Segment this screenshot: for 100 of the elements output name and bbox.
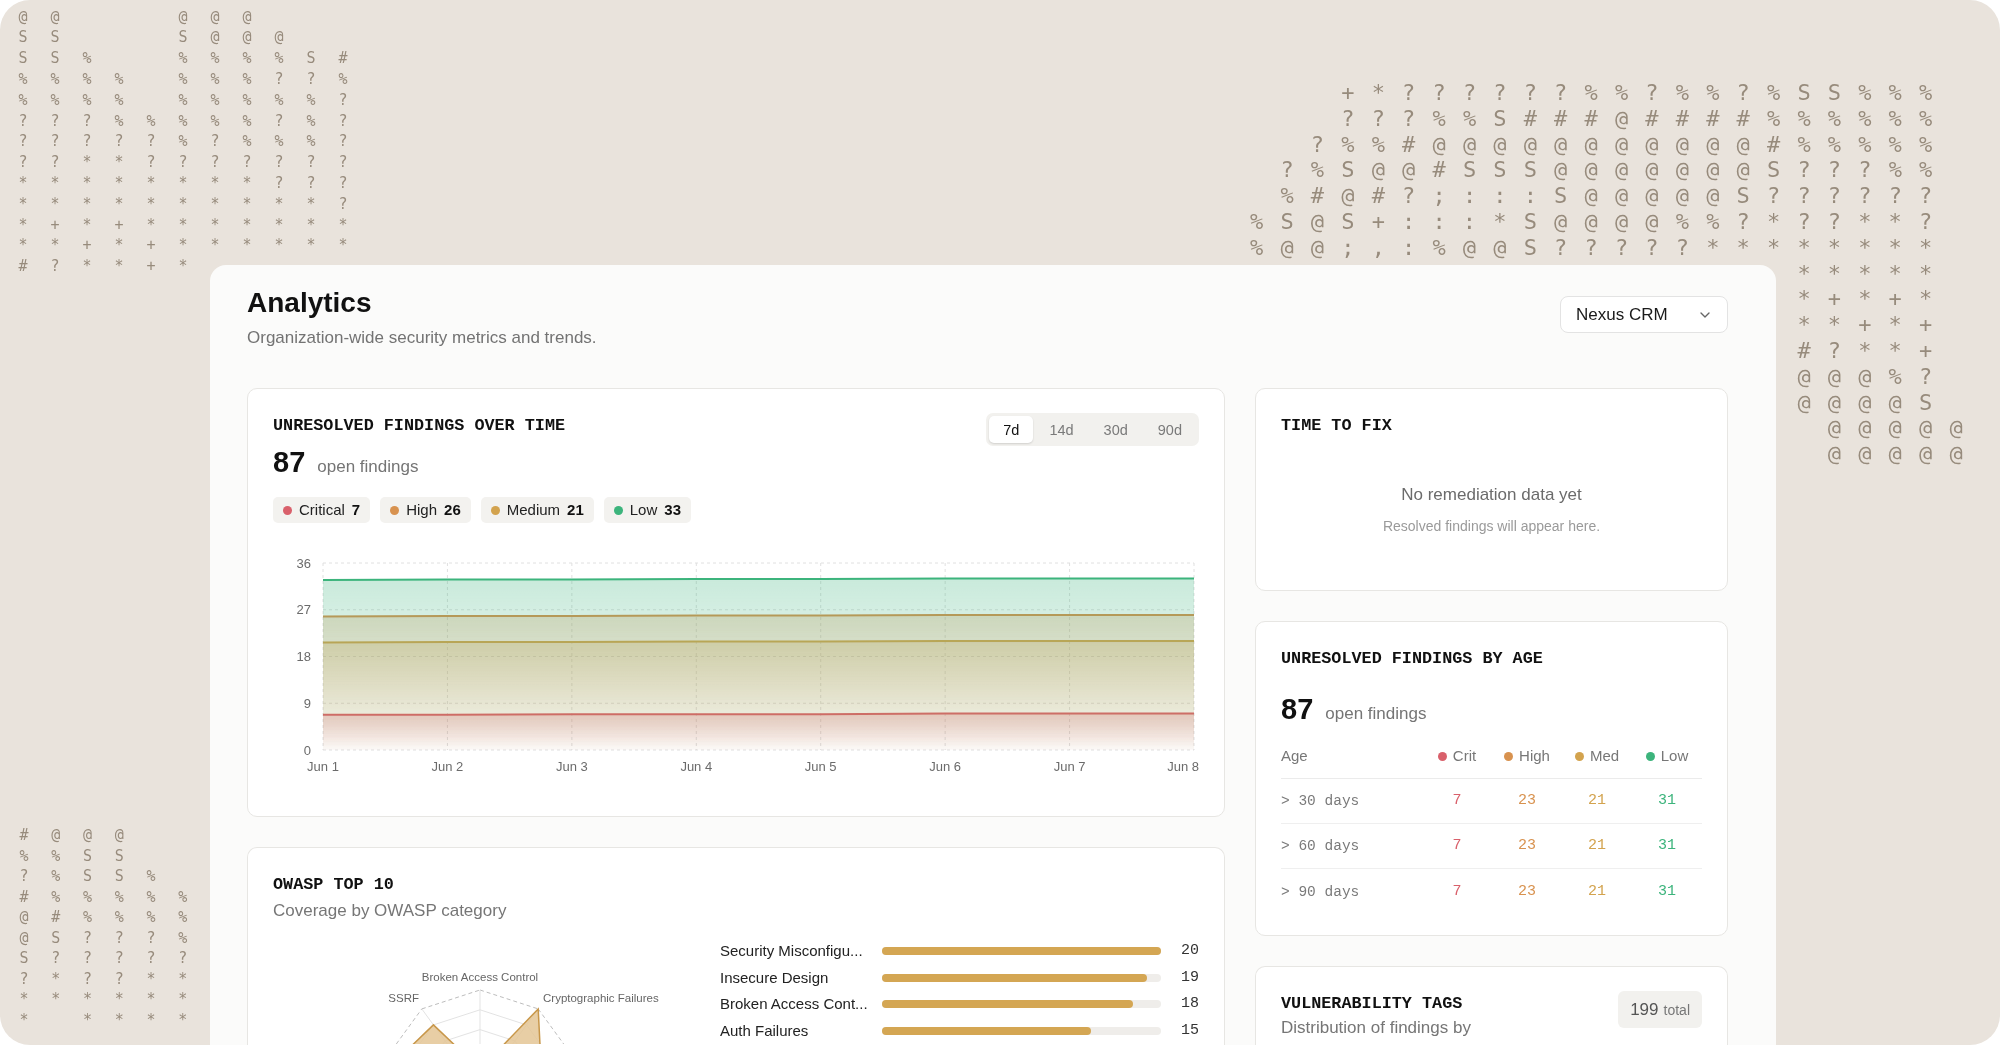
- axis-tick-label: Jun 1: [307, 759, 339, 774]
- ascii-art-text: % % S S: [19, 845, 131, 866]
- bar-value: 20: [1180, 942, 1199, 961]
- ascii-art-text: * * * * * *: [19, 989, 195, 1010]
- ascii-art-text: # ? * * + *: [18, 256, 195, 277]
- ascii-art-text: S ? ? ? ? ?: [19, 948, 195, 969]
- ascii-art-text: % % % % % % % ? ? %: [18, 69, 355, 90]
- ascii-art-text: * * + * +: [1797, 312, 1935, 338]
- bar-label: Broken Access Cont...: [720, 995, 869, 1014]
- bar-value: 18: [1180, 995, 1199, 1014]
- count-value: 87: [273, 445, 306, 479]
- axis-tick-label: 36: [296, 555, 311, 571]
- count-cell: 21: [1588, 791, 1606, 811]
- ascii-art-text: * + * + *: [1797, 286, 1935, 313]
- project-select[interactable]: Nexus CRM: [1560, 296, 1728, 333]
- axis-tick-label: Jun 3: [555, 759, 588, 774]
- age-cell-text: > 30 days: [1281, 792, 1360, 811]
- ascii-art-text: % % % % % % % % % ?: [18, 89, 355, 111]
- column-header: High: [1519, 746, 1550, 766]
- axis-tick-label: Jun 2: [431, 759, 464, 774]
- ascii-art-text: @ @ @ @ S: [1797, 389, 1935, 416]
- range-tab[interactable]: 90d: [1143, 416, 1196, 443]
- ascii-art-text: ? * ? ? * *: [19, 968, 195, 989]
- range-tab[interactable]: 14d: [1035, 416, 1088, 443]
- axis-tick-label: 18: [296, 649, 311, 664]
- count-value: 87: [1281, 692, 1314, 726]
- range-tab[interactable]: 7d: [989, 416, 1034, 443]
- card-title: OWASP TOP 10: [273, 874, 395, 896]
- ascii-art-text: * * * * * * * * ? ? ?: [18, 172, 355, 194]
- bar-label: Insecure Design: [720, 968, 830, 987]
- count-cell: 31: [1658, 836, 1676, 856]
- legend-label: High: [406, 501, 438, 519]
- age-cell-text: > 90 days: [1281, 882, 1360, 902]
- card-title: UNRESOLVED FINDINGS BY AGE: [1281, 648, 1544, 670]
- ascii-art-text: ? % S S %: [19, 866, 163, 887]
- legend-label: Critical: [299, 501, 345, 519]
- ascii-art-text: S S % % % % % S #: [18, 48, 355, 69]
- ascii-art-text: * * * * * * * * * * ?: [18, 193, 355, 215]
- axis-label: SSRF: [388, 992, 419, 1004]
- axis-tick-label: Jun 7: [1053, 759, 1086, 774]
- count-label: open findings: [317, 456, 419, 478]
- page-subtitle: Organization-wide security metrics and trends.: [247, 327, 597, 349]
- count-label: open findings: [1325, 703, 1427, 725]
- ascii-art-text: # % % % % %: [19, 886, 195, 907]
- count-cell: 23: [1518, 791, 1536, 811]
- ascii-art-text: * * + * + * * * * * *: [18, 235, 355, 257]
- ascii-art-text: ? % % # @ @ @ @ @ @ @ @ @ @ @ # % % % % %: [1310, 131, 1935, 158]
- legend-count: 7: [351, 501, 361, 519]
- count-cell: 23: [1518, 836, 1536, 856]
- total-badge: 199 total: [1618, 991, 1702, 1028]
- page-title: Analytics: [247, 286, 372, 320]
- ascii-art-text: ? ? ? ? ? % ? % % % ?: [18, 131, 355, 153]
- bar-label: Security Misconfigu...: [720, 942, 864, 961]
- count-cell: 21: [1588, 881, 1606, 902]
- age-cell-text: > 60 days: [1281, 837, 1360, 856]
- axis-tick-label: 0: [303, 742, 311, 758]
- bar-value: 15: [1180, 1021, 1199, 1040]
- empty-state-hint: Resolved findings will appear here.: [1382, 517, 1601, 536]
- ascii-art-text: @ @ @ @ @: [1827, 441, 1965, 467]
- ascii-art-text: % # @ # ? ; : : : S @ @ @ @ @ S ? ? ? ? ? ?: [1280, 183, 1935, 209]
- ascii-art-text: @ S ? ? ? %: [19, 927, 195, 948]
- ascii-art-text: * + * + * * * * * * *: [18, 214, 355, 236]
- card-title: VULNERABILITY TAGS: [1281, 993, 1463, 1015]
- card-subtitle: Distribution of findings by: [1281, 1017, 1471, 1039]
- axis-tick-label: 27: [296, 602, 311, 618]
- ascii-art-text: * * * * *: [1797, 260, 1935, 287]
- legend-count: 33: [664, 501, 681, 519]
- bar-label: Auth Failures: [720, 1021, 810, 1040]
- ascii-art-text: ? ? * * ? ? ? ? ? ? ?: [18, 152, 355, 173]
- empty-state-title: No remediation data yet: [1401, 484, 1582, 506]
- count-cell: 23: [1518, 881, 1536, 902]
- axis-label: Broken Access Control: [421, 971, 539, 983]
- card-title: TIME TO FIX: [1281, 415, 1393, 437]
- legend-label: Medium: [506, 501, 561, 519]
- axis-tick-label: 9: [303, 695, 311, 711]
- count-cell: 7: [1452, 881, 1462, 902]
- axis-tick-label: Jun 5: [804, 759, 837, 774]
- ascii-art-text: @ @ @ @ @: [18, 6, 259, 28]
- legend-count: 26: [444, 501, 461, 519]
- ascii-art-text: # @ @ @: [19, 825, 131, 846]
- count-cell: 7: [1452, 791, 1462, 811]
- bar-value: 19: [1180, 968, 1199, 987]
- column-header: Age: [1281, 746, 1308, 766]
- ascii-art-text: @ @ @ % ?: [1797, 363, 1935, 390]
- card-title: UNRESOLVED FINDINGS OVER TIME: [273, 415, 566, 437]
- count-cell: 31: [1658, 791, 1676, 811]
- column-header: Med: [1589, 746, 1620, 766]
- ascii-art-text: ? ? ? % % S # # # @ # # # # % % % % % %: [1341, 105, 1935, 132]
- axis-tick-label: Jun 6: [929, 759, 962, 774]
- ascii-art-text: ? % S @ @ # S S S @ @ @ @ @ @ @ S ? ? ? % %: [1280, 157, 1935, 184]
- ascii-art-text: S S S @ @ @: [18, 27, 291, 49]
- ascii-art-text: ? ? ? % % % % % ? % ?: [18, 110, 355, 132]
- column-header: Low: [1660, 746, 1689, 766]
- ascii-art-text: # ? * * +: [1797, 337, 1935, 364]
- range-tab[interactable]: 30d: [1089, 416, 1142, 443]
- count-cell: 7: [1452, 836, 1462, 856]
- ascii-art-text: @ # % % % %: [19, 907, 195, 928]
- card-subtitle: Coverage by OWASP category: [273, 900, 508, 922]
- column-header: Crit: [1452, 746, 1477, 766]
- axis-tick-label: Jun 4: [680, 759, 713, 774]
